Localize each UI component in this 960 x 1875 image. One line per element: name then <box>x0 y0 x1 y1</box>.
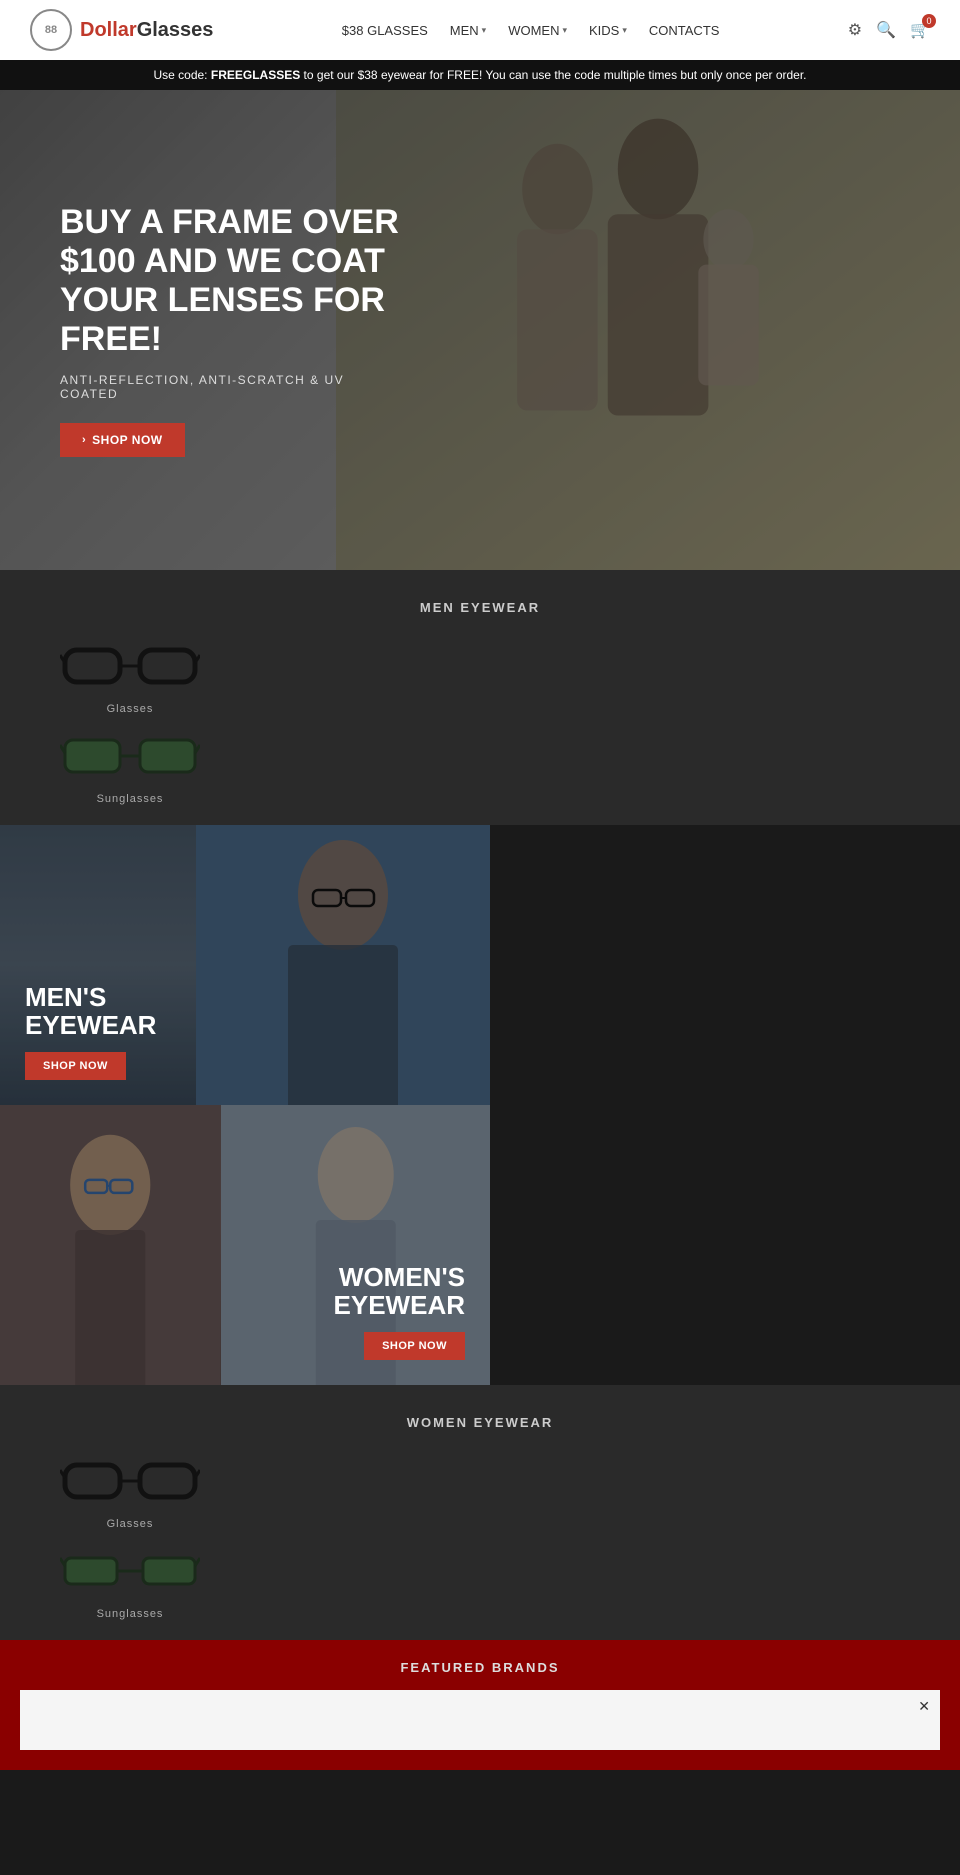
women-eyewear-title: WOMEN EYEWEAR <box>60 1415 900 1430</box>
nav-women-arrow: ▾ <box>562 25 567 36</box>
search-icon[interactable]: 🔍 <box>876 20 896 40</box>
hero-subtitle: ANTI-REFLECTION, ANTI-SCRATCH & UV COATE… <box>60 373 400 401</box>
promo-code: FREEGLASSES <box>211 68 300 82</box>
glasses-clear-image <box>60 635 200 695</box>
women-banner-content: WOMEN'S EYEWEAR SHOP NOW <box>334 1263 465 1360</box>
nav-contacts[interactable]: CONTACTS <box>649 23 720 38</box>
nav-women[interactable]: WOMEN ▾ <box>508 23 567 38</box>
header-icons: ⚙ 🔍 🛒 0 <box>848 20 930 40</box>
men-eyewear-items: Glasses Sunglasses <box>60 635 900 805</box>
nav-men[interactable]: MEN ▾ <box>450 23 486 38</box>
women-glasses-item[interactable]: Glasses <box>60 1450 200 1530</box>
men-eyewear-section: MEN EYEWEAR Glasses <box>0 570 960 825</box>
men-banner-cta[interactable]: SHOP NOW <box>25 1052 126 1080</box>
cart-badge: 0 <box>922 14 936 28</box>
women-banner-title: WOMEN'S EYEWEAR <box>334 1263 465 1320</box>
hero-section: BUY A FRAME OVER $100 AND WE COAT YOUR L… <box>0 90 960 570</box>
women-sunglasses-item[interactable]: Sunglasses <box>60 1540 200 1620</box>
arrow-icon: › <box>82 434 86 446</box>
sunglasses-dark-image <box>60 725 200 785</box>
user-icon[interactable]: ⚙ <box>848 20 862 40</box>
men-banner: MEN'S EYEWEAR SHOP NOW <box>0 825 490 1105</box>
men-banner-content: MEN'S EYEWEAR SHOP NOW <box>25 983 156 1080</box>
women-glasses-clear-image <box>60 1450 200 1510</box>
women-eyewear-items: Glasses Sunglasses <box>60 1450 900 1620</box>
women-eyewear-section: WOMEN EYEWEAR Glasses <box>0 1385 960 1640</box>
modal-close-button[interactable]: ✕ <box>918 1698 930 1715</box>
promo-banner: Use code: FREEGLASSES to get our $38 eye… <box>0 60 960 90</box>
logo-text: DollarGlasses <box>80 19 213 42</box>
cart-icon[interactable]: 🛒 0 <box>910 20 930 40</box>
women-sunglasses-label: Sunglasses <box>97 1608 164 1620</box>
featured-brands-title: FEATURED BRANDS <box>20 1660 940 1675</box>
hero-content: BUY A FRAME OVER $100 AND WE COAT YOUR L… <box>0 203 460 457</box>
nav-kids-arrow: ▾ <box>622 25 627 36</box>
men-banner-title: MEN'S EYEWEAR <box>25 983 156 1040</box>
site-header: 88 DollarGlasses $38 GLASSES MEN ▾ WOMEN… <box>0 0 960 60</box>
nav-38glasses[interactable]: $38 GLASSES <box>342 23 428 38</box>
hero-title: BUY A FRAME OVER $100 AND WE COAT YOUR L… <box>60 203 400 359</box>
main-nav: $38 GLASSES MEN ▾ WOMEN ▾ KIDS ▾ CONTACT… <box>342 23 720 38</box>
banner-grid: MEN'S EYEWEAR SHOP NOW <box>0 825 490 1385</box>
logo[interactable]: 88 DollarGlasses <box>30 9 213 51</box>
logo-icon: 88 <box>30 9 72 51</box>
hero-cta-button[interactable]: › SHOP NOW <box>60 423 185 457</box>
women-glasses-label: Glasses <box>107 1518 154 1530</box>
brands-modal: ✕ <box>20 1690 940 1750</box>
men-eyewear-title: MEN EYEWEAR <box>60 600 900 615</box>
men-glasses-item[interactable]: Glasses <box>60 635 200 715</box>
men-sunglasses-item[interactable]: Sunglasses <box>60 725 200 805</box>
women-banner-cta[interactable]: SHOP NOW <box>364 1332 465 1360</box>
men-glasses-label: Glasses <box>107 703 154 715</box>
featured-brands-section: FEATURED BRANDS ✕ <box>0 1640 960 1770</box>
nav-men-arrow: ▾ <box>482 25 487 36</box>
women-banner: WOMEN'S EYEWEAR SHOP NOW <box>0 1105 490 1385</box>
men-sunglasses-label: Sunglasses <box>97 793 164 805</box>
women-sunglasses-dark-image <box>60 1540 200 1600</box>
nav-kids[interactable]: KIDS ▾ <box>589 23 627 38</box>
